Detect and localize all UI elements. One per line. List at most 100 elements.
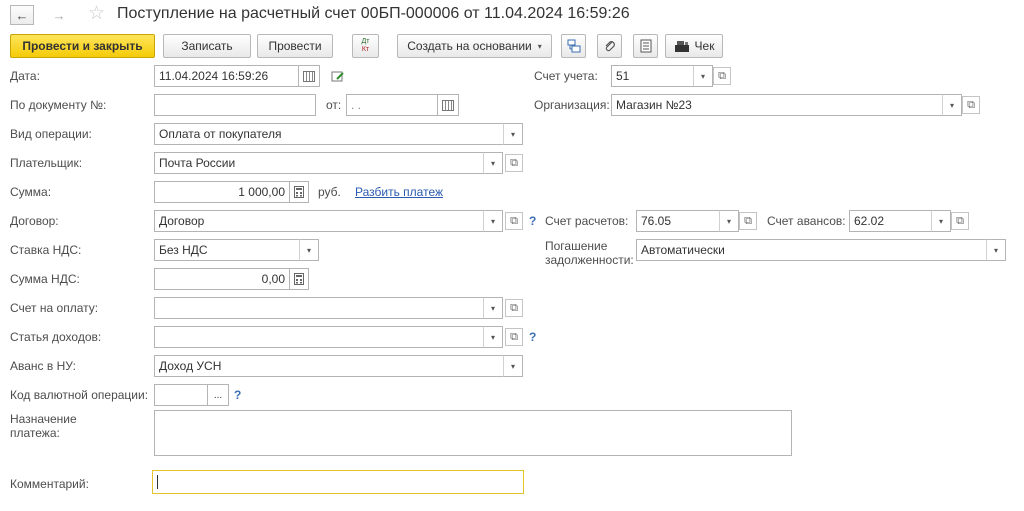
contract-open-button[interactable]: ⧉: [505, 212, 523, 230]
income-item-help-icon[interactable]: ?: [529, 330, 536, 344]
payer-dropdown-button[interactable]: ▾: [483, 152, 503, 174]
currency-code-label: Код валютной операции:: [10, 388, 149, 402]
calculator-icon: [294, 273, 304, 285]
doc-no-input[interactable]: [154, 94, 316, 116]
debt-repayment-label-line1: Погашение: [545, 239, 608, 253]
settlement-account-input[interactable]: 76.05: [636, 210, 720, 232]
organization-open-button[interactable]: ⧉: [962, 96, 980, 114]
save-button[interactable]: Записать: [163, 34, 251, 58]
vat-amount-input[interactable]: 0,00: [154, 268, 290, 290]
text-cursor: [157, 475, 158, 489]
post-button[interactable]: Провести: [257, 34, 333, 58]
amount-input[interactable]: 1 000,00: [154, 181, 290, 203]
paperclip-icon: [605, 41, 615, 52]
contract-dropdown-button[interactable]: ▾: [483, 210, 503, 232]
receipt-label: Чек: [694, 39, 715, 53]
advance-nu-dropdown-button[interactable]: ▾: [503, 355, 523, 377]
comment-label: Комментарий:: [10, 477, 89, 491]
edit-date-icon[interactable]: [331, 69, 345, 83]
vat-amount-label: Сумма НДС:: [10, 272, 80, 286]
invoice-label: Счет на оплату:: [10, 301, 99, 315]
page-title: Поступление на расчетный счет 00БП-00000…: [117, 5, 630, 22]
operation-dropdown-button[interactable]: ▾: [503, 123, 523, 145]
organization-input[interactable]: Магазин №23: [611, 94, 943, 116]
cash-register-icon: [674, 40, 689, 52]
currency-code-select-button[interactable]: ...: [207, 384, 229, 406]
document-structure-icon: [567, 39, 580, 53]
advance-account-label: Счет авансов:: [767, 214, 846, 228]
receipt-button[interactable]: Чек: [665, 34, 723, 58]
vat-rate-label: Ставка НДС:: [10, 243, 82, 257]
income-item-dropdown-button[interactable]: ▾: [483, 326, 503, 348]
payer-input[interactable]: Почта России: [154, 152, 484, 174]
calendar-button[interactable]: [298, 65, 320, 87]
advance-account-input[interactable]: 62.02: [849, 210, 932, 232]
date-input[interactable]: 11.04.2024 16:59:26: [154, 65, 299, 87]
settlement-account-label: Счет расчетов:: [545, 214, 629, 228]
contract-help-icon[interactable]: ?: [529, 214, 536, 228]
invoice-dropdown-button[interactable]: ▾: [483, 297, 503, 319]
purpose-textarea[interactable]: [154, 410, 792, 456]
calculator-icon: [294, 186, 304, 198]
dt-kt-button[interactable]: Дт Кт: [352, 34, 379, 58]
debt-repayment-select[interactable]: Автоматически: [636, 239, 987, 261]
split-payment-link[interactable]: Разбить платеж: [355, 185, 443, 199]
vat-rate-dropdown-button[interactable]: ▾: [299, 239, 319, 261]
create-based-on-label: Создать на основании: [407, 39, 532, 53]
report-button[interactable]: [633, 34, 658, 58]
currency-code-input[interactable]: [154, 384, 208, 406]
post-and-close-button[interactable]: Провести и закрыть: [10, 34, 155, 58]
operation-select[interactable]: Оплата от покупателя: [154, 123, 504, 145]
vat-rate-select[interactable]: Без НДС: [154, 239, 300, 261]
vat-calculator-button[interactable]: [289, 268, 309, 290]
amount-label: Сумма:: [10, 185, 52, 199]
dt-kt-icon: Дт Кт: [361, 38, 370, 53]
income-item-input[interactable]: [154, 326, 484, 348]
account-input[interactable]: 51: [611, 65, 694, 87]
contract-label: Договор:: [10, 214, 59, 228]
account-label: Счет учета:: [534, 69, 598, 83]
contract-input[interactable]: Договор: [154, 210, 484, 232]
arrow-left-icon: ←: [15, 7, 29, 23]
doc-date-label: от:: [326, 98, 342, 112]
calendar-icon: [442, 99, 454, 111]
advance-nu-label: Аванс в НУ:: [10, 359, 76, 373]
calculator-button[interactable]: [289, 181, 309, 203]
doc-date-calendar-button[interactable]: [437, 94, 459, 116]
forward-button[interactable]: →: [47, 5, 71, 25]
purpose-label-line1: Назначение: [10, 412, 77, 426]
settlement-account-open-button[interactable]: ⧉: [739, 212, 757, 230]
account-open-button[interactable]: ⧉: [713, 67, 731, 85]
income-item-label: Статья доходов:: [10, 330, 102, 344]
debt-repayment-dropdown-button[interactable]: ▾: [986, 239, 1006, 261]
advance-account-open-button[interactable]: ⧉: [951, 212, 969, 230]
chevron-down-icon: ▾: [537, 41, 542, 51]
calendar-icon: [303, 70, 315, 82]
income-item-open-button[interactable]: ⧉: [505, 328, 523, 346]
create-based-on-button[interactable]: Создать на основании ▾: [397, 34, 552, 58]
advance-account-dropdown-button[interactable]: ▾: [931, 210, 951, 232]
payer-label: Плательщик:: [10, 156, 83, 170]
payer-open-button[interactable]: ⧉: [505, 154, 523, 172]
doc-date-input[interactable]: . .: [346, 94, 438, 116]
arrow-right-icon: →: [52, 7, 66, 23]
date-label: Дата:: [10, 69, 40, 83]
invoice-input[interactable]: [154, 297, 484, 319]
currency-code-help-icon[interactable]: ?: [234, 388, 241, 402]
structure-button[interactable]: [561, 34, 586, 58]
debt-repayment-label-line2: задолженности:: [545, 253, 634, 267]
back-button[interactable]: ←: [10, 5, 34, 25]
purpose-label-line2: платежа:: [10, 426, 60, 440]
report-icon: [640, 39, 651, 53]
operation-label: Вид операции:: [10, 127, 92, 141]
favorite-star-icon[interactable]: ☆: [88, 4, 105, 24]
advance-nu-select[interactable]: Доход УСН: [154, 355, 504, 377]
organization-dropdown-button[interactable]: ▾: [942, 94, 962, 116]
comment-input[interactable]: [152, 470, 524, 494]
attachments-button[interactable]: [597, 34, 622, 58]
settlement-account-dropdown-button[interactable]: ▾: [719, 210, 739, 232]
currency-label: руб.: [318, 185, 341, 199]
invoice-open-button[interactable]: ⧉: [505, 299, 523, 317]
account-dropdown-button[interactable]: ▾: [693, 65, 713, 87]
doc-no-label: По документу №:: [10, 98, 107, 112]
